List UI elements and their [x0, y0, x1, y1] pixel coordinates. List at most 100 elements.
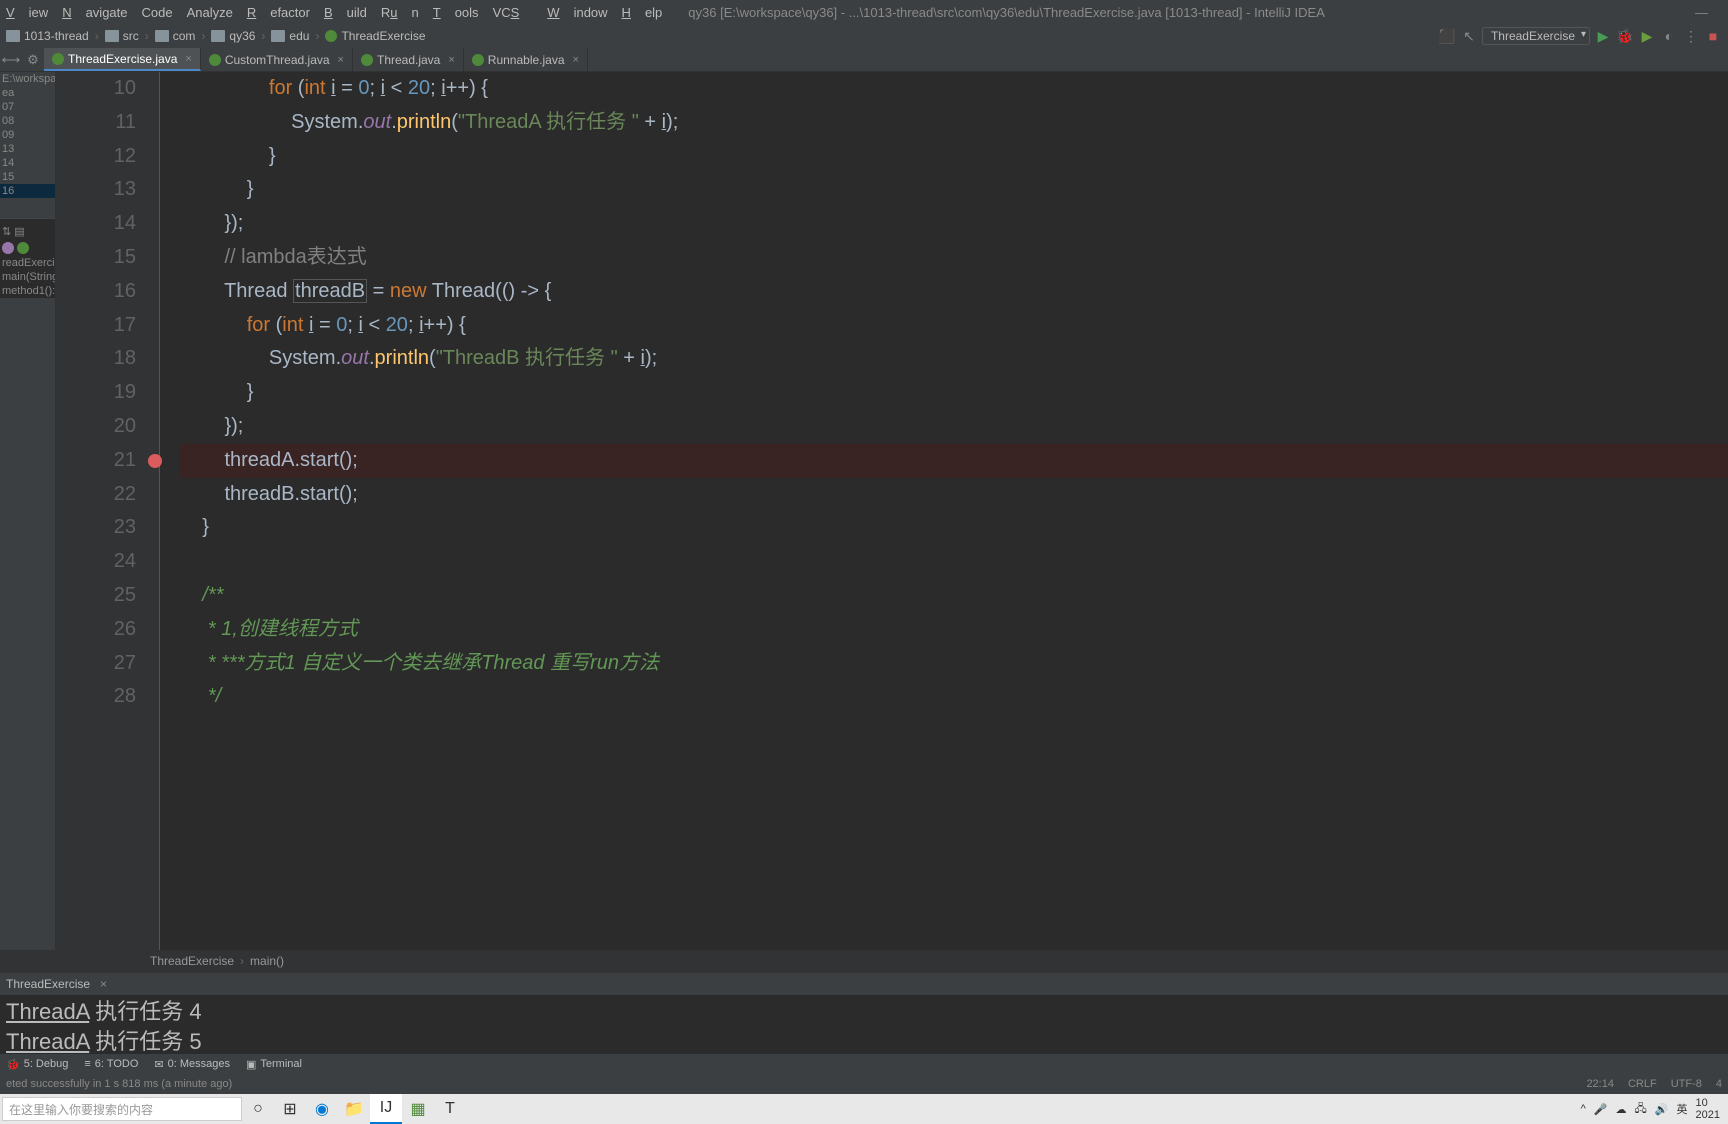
line-number[interactable]: 23 [56, 511, 136, 545]
menu-refactor[interactable]: Refactor [247, 5, 310, 20]
line-number[interactable]: 18 [56, 342, 136, 376]
crumb-module[interactable]: 1013-thread [6, 29, 89, 43]
edge-icon[interactable]: ◉ [306, 1094, 338, 1124]
line-number[interactable]: 16 [56, 275, 136, 309]
tray-mic-icon[interactable]: 🎤 [1594, 1103, 1608, 1116]
line-number[interactable]: 19 [56, 376, 136, 410]
code-line-14[interactable]: }); [180, 207, 1728, 241]
intellij-icon[interactable]: IJ [370, 1094, 402, 1124]
crumb-class[interactable]: ThreadExercise [150, 954, 234, 968]
build-icon[interactable]: ⬛ [1438, 27, 1456, 45]
run-icon[interactable]: ▶ [1594, 27, 1612, 45]
sidebar-item-ea[interactable]: ea [0, 86, 55, 100]
explorer-icon[interactable]: 📁 [338, 1094, 370, 1124]
minimize-icon[interactable]: — [1695, 5, 1708, 20]
line-number[interactable]: 26 [56, 613, 136, 647]
attach-icon[interactable]: ⋮ [1682, 27, 1700, 45]
code-line-10[interactable]: for (int i = 0; i < 20; i++) { [180, 72, 1728, 106]
project-sidebar[interactable]: E:\workspa ea 07 08 09 13 14 15 16 ⇅ ▤ r… [0, 72, 56, 950]
coverage-icon[interactable]: ▶ [1638, 27, 1656, 45]
stop-icon[interactable]: ■ [1704, 27, 1722, 45]
back-arrow-icon[interactable]: ↖ [1460, 27, 1478, 45]
code-line-27[interactable]: * ***方式1 自定义一个类去继承Thread 重写run方法 [180, 647, 1728, 681]
tray-volume-icon[interactable]: 🔊 [1655, 1103, 1669, 1116]
code-line-18[interactable]: System.out.println("ThreadB 执行任务 " + i); [180, 342, 1728, 376]
menu-code[interactable]: Code [142, 5, 173, 20]
menu-analyze[interactable]: Analyze [187, 5, 233, 20]
line-number[interactable]: 15 [56, 241, 136, 275]
code-line-23[interactable]: } [180, 511, 1728, 545]
close-icon[interactable]: × [338, 54, 344, 66]
sidebar-item-08[interactable]: 08 [0, 114, 55, 128]
code-line-21[interactable]: threadA.start(); [180, 444, 1728, 478]
taskbar-search[interactable]: 在这里输入你要搜索的内容 [2, 1097, 242, 1121]
sidebar-item-14[interactable]: 14 [0, 156, 55, 170]
code-line-15[interactable]: // lambda表达式 [180, 241, 1728, 275]
tab-runnable[interactable]: Runnable.java× [464, 48, 588, 71]
line-number[interactable]: 10 [56, 72, 136, 106]
code-editor[interactable]: 10111213141516171819202122232425262728 f… [56, 72, 1728, 950]
fold-gutter[interactable] [146, 72, 160, 950]
cortana-icon[interactable]: ○ [242, 1094, 274, 1124]
menu-vcs[interactable]: VCS [493, 5, 534, 20]
close-icon[interactable]: × [100, 977, 107, 991]
tool-terminal[interactable]: ▣ Terminal [246, 1058, 302, 1071]
line-number[interactable]: 27 [56, 647, 136, 681]
project-toggle-icon[interactable]: ⟷ [0, 52, 22, 68]
code-line-16[interactable]: Thread threadB = new Thread(() -> { [180, 275, 1728, 309]
close-icon[interactable]: × [573, 54, 579, 66]
structure-filter-icon[interactable]: ▤ [14, 225, 24, 238]
sidebar-item-15[interactable]: 15 [0, 170, 55, 184]
line-number[interactable]: 25 [56, 579, 136, 613]
code-line-22[interactable]: threadB.start(); [180, 478, 1728, 512]
crumb-src[interactable]: src [105, 29, 139, 43]
line-number[interactable]: 14 [56, 207, 136, 241]
sidebar-item-09[interactable]: 09 [0, 128, 55, 142]
tool-todo[interactable]: ≡ 6: TODO [84, 1058, 138, 1070]
line-number[interactable]: 17 [56, 309, 136, 343]
tab-customthread[interactable]: CustomThread.java× [201, 48, 353, 71]
app-icon[interactable]: ▦ [402, 1094, 434, 1124]
code-line-28[interactable]: */ [180, 680, 1728, 714]
tab-thread[interactable]: Thread.java× [353, 48, 464, 71]
menu-window[interactable]: Window [547, 5, 607, 20]
code-line-26[interactable]: * 1,创建线程方式 [180, 613, 1728, 647]
line-number[interactable]: 21 [56, 444, 136, 478]
console-output[interactable]: ThreadA 执行任务 4 ThreadA 执行任务 5 [0, 995, 1728, 1059]
crumb-qy36[interactable]: qy36 [211, 29, 255, 43]
tray-network-icon[interactable]: 🖧 [1635, 1100, 1647, 1119]
line-number[interactable]: 20 [56, 410, 136, 444]
settings-icon[interactable]: ⚙ [22, 52, 44, 68]
run-config-selector[interactable]: ThreadExercise [1482, 27, 1590, 45]
code-content[interactable]: for (int i = 0; i < 20; i++) { System.ou… [160, 72, 1728, 950]
line-number[interactable]: 24 [56, 545, 136, 579]
line-number[interactable]: 12 [56, 140, 136, 174]
system-tray[interactable]: ^ 🎤 ☁ 🖧 🔊 英 102021 [1581, 1097, 1728, 1121]
structure-sort-icon[interactable]: ⇅ [2, 225, 11, 238]
code-line-25[interactable]: /** [180, 579, 1728, 613]
task-view-icon[interactable]: ⊞ [274, 1094, 306, 1124]
menu-run[interactable]: Run [381, 5, 419, 20]
line-number-gutter[interactable]: 10111213141516171819202122232425262728 [56, 72, 146, 950]
crumb-edu[interactable]: edu [271, 29, 309, 43]
sidebar-item-13[interactable]: 13 [0, 142, 55, 156]
line-number[interactable]: 28 [56, 680, 136, 714]
tray-onedrive-icon[interactable]: ☁ [1616, 1103, 1627, 1116]
crumb-com[interactable]: com [155, 29, 196, 43]
sidebar-item-07[interactable]: 07 [0, 100, 55, 114]
crumb-method[interactable]: main() [250, 954, 284, 968]
crumb-file[interactable]: ThreadExercise [325, 29, 425, 43]
line-number[interactable]: 13 [56, 173, 136, 207]
code-line-24[interactable] [180, 545, 1728, 579]
output-tab-threadexercise[interactable]: ThreadExercise [6, 977, 90, 991]
debug-icon[interactable]: 🐞 [1616, 27, 1634, 45]
menu-navigate[interactable]: Navigate [62, 5, 127, 20]
code-line-20[interactable]: }); [180, 410, 1728, 444]
close-icon[interactable]: × [448, 54, 454, 66]
structure-class[interactable]: readExercise [0, 256, 55, 270]
code-line-12[interactable]: } [180, 140, 1728, 174]
breakpoint-icon[interactable] [148, 454, 162, 468]
line-number[interactable]: 22 [56, 478, 136, 512]
code-line-13[interactable]: } [180, 173, 1728, 207]
sidebar-item-16[interactable]: 16 [0, 184, 55, 198]
